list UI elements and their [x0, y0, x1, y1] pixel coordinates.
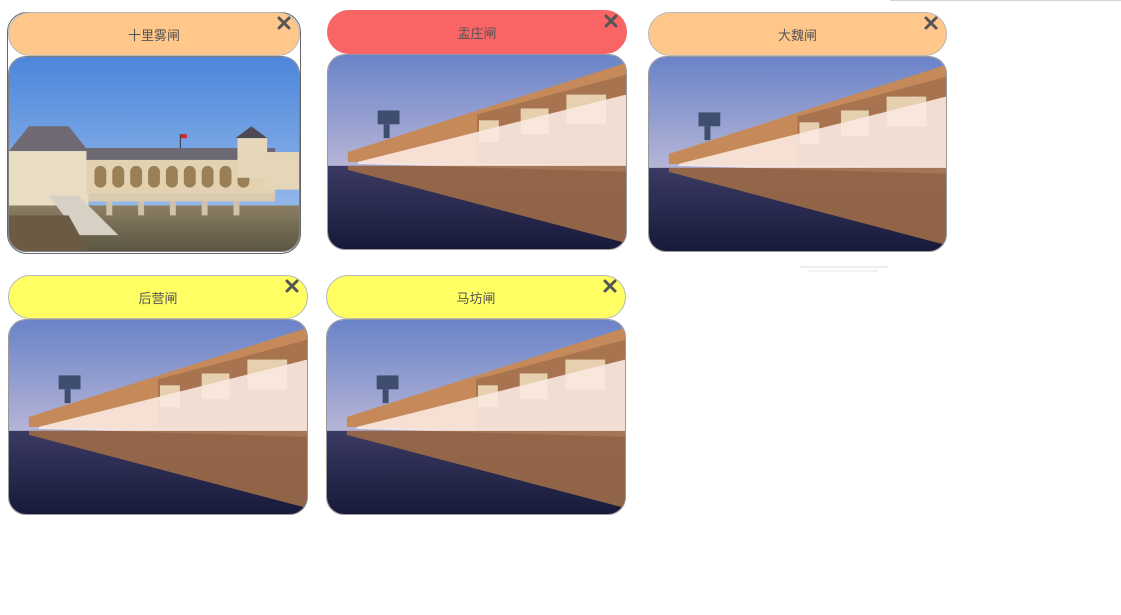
close-x-icon[interactable] [276, 15, 292, 31]
card-title: 十里雾闸 [127, 28, 180, 44]
gate-card-dawei[interactable]: 大魏闸 [648, 12, 947, 254]
card-title: 大魏闸 [777, 28, 817, 44]
close-x-icon[interactable] [602, 278, 618, 294]
card-header[interactable]: 马坊闸 [326, 275, 626, 319]
dam-spillway-photo [326, 319, 626, 515]
gate-card-mafang[interactable]: 马坊闸 [326, 275, 626, 517]
building-gate-photo [8, 56, 300, 252]
card-title: 马坊闸 [456, 291, 496, 307]
close-x-icon[interactable] [603, 13, 619, 29]
top-divider [890, 0, 1121, 1]
gate-card-yuzhuang[interactable]: 盂庄闸 [327, 10, 627, 252]
dam-spillway-photo [648, 56, 947, 252]
gate-card-board: 十里雾闸 盂庄闸 大魏闸 后营闸 马坊闸 [0, 0, 1121, 615]
dam-spillway-photo [8, 319, 308, 515]
dam-spillway-photo [327, 54, 627, 250]
faded-shadow-glyph [800, 266, 888, 272]
card-header[interactable]: 后营闸 [8, 275, 308, 319]
card-header[interactable]: 十里雾闸 [8, 12, 300, 56]
close-x-icon[interactable] [284, 278, 300, 294]
card-header[interactable]: 大魏闸 [648, 12, 947, 56]
gate-card-shiliwu[interactable]: 十里雾闸 [7, 12, 301, 254]
card-title: 后营闸 [138, 291, 178, 307]
gate-card-houying[interactable]: 后营闸 [8, 275, 308, 517]
card-title: 盂庄闸 [457, 26, 497, 42]
card-header[interactable]: 盂庄闸 [327, 10, 627, 54]
close-x-icon[interactable] [923, 15, 939, 31]
